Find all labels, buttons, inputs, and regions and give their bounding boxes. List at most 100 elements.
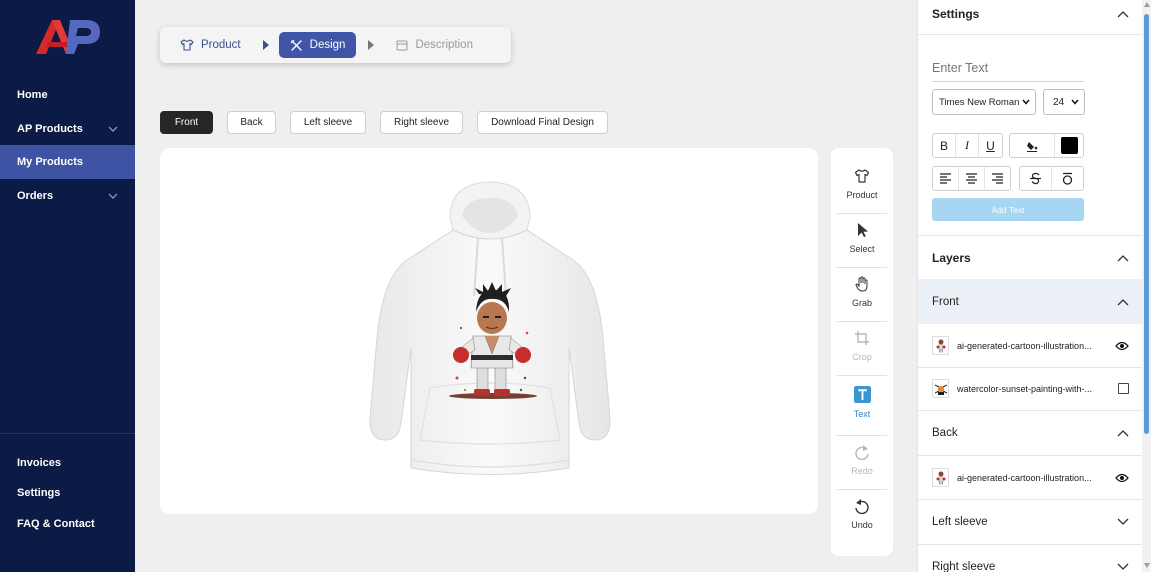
layer-group-back-header[interactable]: Back — [918, 411, 1143, 455]
nav-item-invoices[interactable]: Invoices — [0, 448, 135, 478]
redo-icon — [855, 445, 869, 460]
text-color-swatch[interactable] — [1055, 134, 1083, 157]
font-family-select[interactable]: Times New Roman — [932, 89, 1036, 115]
tool-product[interactable]: Product — [837, 160, 887, 214]
tool-label: Product — [846, 190, 878, 200]
chevron-down-icon[interactable] — [1117, 518, 1129, 526]
chevron-up-icon[interactable] — [1117, 254, 1129, 262]
chevron-down-icon[interactable] — [1117, 563, 1129, 571]
font-size-value: 24 — [1053, 96, 1065, 108]
tool-label: Text — [853, 409, 871, 419]
design-tools-icon — [290, 39, 302, 51]
tool-crop[interactable]: Crop — [837, 322, 887, 376]
nav-item-my-products[interactable]: My Products — [0, 145, 135, 180]
eye-icon[interactable] — [1115, 341, 1129, 351]
settings-title: Settings — [932, 7, 980, 21]
align-center-icon — [966, 173, 977, 184]
underline-button[interactable]: U — [979, 134, 1002, 157]
tool-redo[interactable]: Redo — [837, 436, 887, 490]
view-back-button[interactable]: Back — [227, 111, 276, 134]
add-text-button[interactable]: Add Text — [932, 198, 1084, 221]
tool-undo[interactable]: Undo — [837, 490, 887, 544]
chevron-up-icon[interactable] — [1117, 429, 1129, 437]
scroll-up-icon[interactable] — [1144, 2, 1150, 7]
color-group — [1009, 133, 1084, 158]
layer-item[interactable]: watercolor-sunset-painting-with-... — [918, 367, 1143, 410]
main-nav: Home AP Products My Products Orders — [0, 78, 135, 213]
align-right-icon — [992, 173, 1003, 184]
fighter-thumbnail-icon — [936, 471, 945, 484]
tool-label: Redo — [851, 466, 873, 476]
step-navigator: Product Design Description — [160, 27, 511, 63]
step-label: Description — [415, 39, 473, 51]
align-left-button[interactable] — [933, 167, 959, 190]
chevron-down-icon — [1071, 99, 1079, 105]
tool-text[interactable]: Text — [837, 376, 887, 436]
step-description[interactable]: Description — [396, 32, 484, 58]
settings-header[interactable]: Settings — [918, 0, 1143, 28]
settings-panel: Settings Times New Roman 24 B I U — [917, 0, 1143, 572]
eye-icon[interactable] — [1115, 473, 1129, 483]
tshirt-icon — [854, 169, 870, 183]
bold-button[interactable]: B — [933, 134, 956, 157]
view-left-sleeve-button[interactable]: Left sleeve — [290, 111, 366, 134]
visibility-checkbox[interactable] — [1118, 383, 1129, 394]
sidebar-divider — [0, 433, 135, 434]
design-canvas[interactable] — [160, 148, 818, 514]
decoration-group — [1019, 166, 1084, 191]
chevron-down-icon — [108, 126, 118, 132]
view-right-sleeve-button[interactable]: Right sleeve — [380, 111, 463, 134]
chevron-down-icon — [1022, 99, 1030, 105]
chevron-down-icon — [108, 193, 118, 199]
nav-item-ap-products[interactable]: AP Products — [0, 112, 135, 146]
layer-group-name: Front — [932, 295, 959, 308]
layer-name: watercolor-sunset-painting-with-... — [957, 383, 1093, 394]
layer-thumbnail — [932, 468, 949, 487]
layer-group-left-sleeve-header[interactable]: Left sleeve — [918, 500, 1143, 544]
step-design[interactable]: Design — [278, 32, 357, 58]
chevron-up-icon[interactable] — [1117, 298, 1129, 306]
ap-logo[interactable] — [34, 16, 102, 56]
nav-item-orders[interactable]: Orders — [0, 179, 135, 213]
overline-button[interactable] — [1052, 167, 1083, 190]
layer-group-right-sleeve-header[interactable]: Right sleeve — [918, 545, 1143, 572]
crop-icon — [855, 331, 869, 345]
layer-item[interactable]: ai-generated-cartoon-illustration... — [918, 324, 1143, 367]
fill-color-button[interactable] — [1010, 134, 1055, 157]
layer-group-front-header[interactable]: Front — [918, 279, 1143, 324]
view-front-button[interactable]: Front — [160, 111, 213, 134]
font-size-select[interactable]: 24 — [1043, 89, 1085, 115]
chevron-up-icon[interactable] — [1117, 10, 1129, 18]
color-swatch — [1060, 137, 1078, 154]
align-right-button[interactable] — [985, 167, 1010, 190]
align-center-button[interactable] — [959, 167, 985, 190]
layer-group-name: Right sleeve — [932, 561, 996, 572]
step-arrow-icon — [262, 40, 269, 50]
layers-header[interactable]: Layers — [918, 236, 1143, 279]
nav-item-home[interactable]: Home — [0, 78, 135, 112]
nav-item-label: My Products — [17, 156, 84, 169]
hand-icon — [855, 276, 868, 292]
tool-panel: Product Select Grab Crop Text Redo Undo — [831, 148, 893, 556]
divider — [918, 34, 1143, 35]
overline-icon — [1062, 172, 1073, 185]
strikethrough-button[interactable] — [1020, 167, 1052, 190]
text-input[interactable] — [932, 54, 1084, 82]
tool-grab[interactable]: Grab — [837, 268, 887, 322]
step-arrow-icon — [368, 40, 375, 50]
scroll-down-icon[interactable] — [1144, 563, 1150, 568]
tool-select[interactable]: Select — [837, 214, 887, 268]
download-final-design-button[interactable]: Download Final Design — [477, 111, 608, 134]
step-product[interactable]: Product — [169, 32, 252, 58]
nav-item-settings[interactable]: Settings — [0, 478, 135, 508]
hoodie-mockup[interactable] — [365, 178, 615, 483]
nav-item-faq-contact[interactable]: FAQ & Contact — [0, 509, 135, 539]
layer-item[interactable]: ai-generated-cartoon-illustration... — [918, 456, 1143, 499]
scrollbar-thumb[interactable] — [1144, 14, 1149, 434]
panel-scrollbar[interactable] — [1142, 0, 1151, 572]
italic-button[interactable]: I — [956, 134, 979, 157]
tool-label: Crop — [852, 352, 872, 362]
align-left-icon — [940, 173, 951, 184]
nav-item-label: Orders — [17, 189, 54, 202]
layer-name: ai-generated-cartoon-illustration... — [957, 472, 1092, 483]
